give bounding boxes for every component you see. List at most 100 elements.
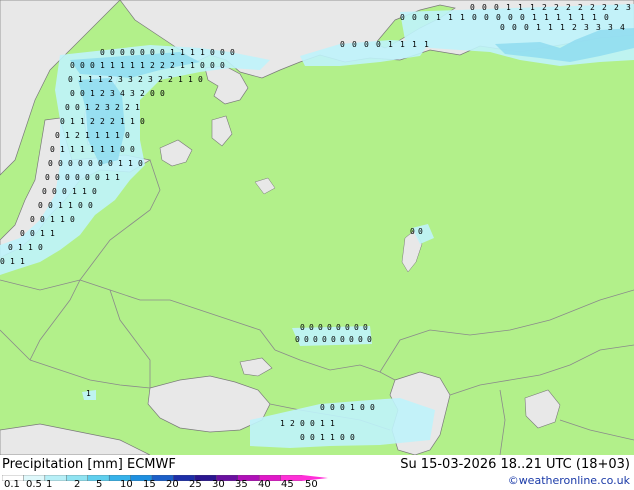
rain-digit: 1: [115, 131, 120, 140]
rain-digit: 0: [75, 103, 80, 112]
rain-digit: 1: [592, 13, 597, 22]
rain-digit: 1: [86, 389, 91, 398]
rain-digit: 0: [300, 323, 305, 332]
rain-digit: 2: [100, 117, 105, 126]
rain-digit: 1: [436, 13, 441, 22]
rain-digit: 0: [38, 201, 43, 210]
rain-digit: 0: [336, 323, 341, 332]
rain-digit: 2: [108, 75, 113, 84]
rain-digit: 1: [90, 145, 95, 154]
rain-digit: 1: [120, 61, 125, 70]
rain-digit: 3: [626, 3, 631, 12]
rain-digit: 1: [350, 403, 355, 412]
rain-digit: 1: [568, 13, 573, 22]
rain-digit: 1: [400, 40, 405, 49]
rain-digit: 0: [482, 3, 487, 12]
rain-digit: 0: [418, 227, 423, 236]
rain-digit: 3: [130, 89, 135, 98]
rain-digit: 0: [108, 159, 113, 168]
rain-digit: 0: [30, 229, 35, 238]
rain-digit: 1: [68, 201, 73, 210]
legend-tick-label: 0.1: [4, 479, 20, 490]
rain-digit: 0: [160, 48, 165, 57]
rain-digit: 1: [180, 61, 185, 70]
rain-digit: 0: [58, 159, 63, 168]
rain-digit: 0: [92, 187, 97, 196]
rain-digit: 0: [78, 201, 83, 210]
rain-digit: 1: [120, 117, 125, 126]
rain-digit: 0: [327, 323, 332, 332]
rain-digit: 0: [354, 323, 359, 332]
rain-digit: 0: [310, 433, 315, 442]
rain-digit: 0: [95, 173, 100, 182]
rain-digit: 0: [360, 403, 365, 412]
rain-digit: 0: [90, 61, 95, 70]
rain-digit: 1: [85, 131, 90, 140]
legend-tick-label: 0.5: [26, 479, 42, 490]
rain-digit: 1: [140, 61, 145, 70]
rain-digit: 0: [100, 48, 105, 57]
rain-digit: 0: [494, 3, 499, 12]
legend-tick-label: 2: [74, 479, 81, 490]
rain-digit: 0: [200, 61, 205, 70]
rain-digit: 0: [604, 13, 609, 22]
rain-digit: 3: [110, 89, 115, 98]
rain-digit: 0: [65, 103, 70, 112]
rain-digit: 2: [75, 131, 80, 140]
rain-digit: 0: [140, 117, 145, 126]
rain-digit: 0: [340, 335, 345, 344]
rain-digit: 1: [580, 13, 585, 22]
rain-digit: 1: [85, 103, 90, 112]
rain-digit: 2: [554, 3, 559, 12]
rain-digit: 0: [320, 403, 325, 412]
rain-digit: 1: [105, 131, 110, 140]
rain-digit: 2: [150, 61, 155, 70]
rain-digit: 1: [20, 257, 25, 266]
rain-digit: 1: [518, 3, 523, 12]
legend-tick-label: 15: [143, 479, 156, 490]
credit-link[interactable]: ©weatheronline.co.uk: [508, 474, 630, 487]
rain-digit: 1: [105, 173, 110, 182]
rain-digit: 1: [50, 215, 55, 224]
rain-digit: 0: [140, 48, 145, 57]
rain-digit: 0: [88, 159, 93, 168]
rain-digit: 0: [340, 403, 345, 412]
rain-digit: 1: [80, 145, 85, 154]
rain-digit: 2: [170, 61, 175, 70]
rain-digit: 0: [358, 335, 363, 344]
rain-digit: 2: [578, 3, 583, 12]
rain-digit: 0: [512, 23, 517, 32]
rain-digit: 0: [210, 48, 215, 57]
rain-digit: 0: [500, 23, 505, 32]
rain-digit: 1: [320, 433, 325, 442]
rain-digit: 2: [95, 103, 100, 112]
rain-digit: 1: [98, 75, 103, 84]
rain-digit: 1: [536, 23, 541, 32]
rain-digit: 1: [95, 131, 100, 140]
rain-digit: 1: [506, 3, 511, 12]
rain-digit: 2: [168, 75, 173, 84]
rain-digit: 2: [140, 89, 145, 98]
rain-digit: 2: [290, 419, 295, 428]
rain-digit: 0: [130, 145, 135, 154]
rain-digit: 0: [300, 433, 305, 442]
rain-digit: 0: [70, 215, 75, 224]
rain-digit: 0: [295, 335, 300, 344]
rain-digit: 1: [412, 40, 417, 49]
rain-digit: 1: [178, 75, 183, 84]
rain-digit: 0: [352, 40, 357, 49]
rain-digit: 0: [80, 89, 85, 98]
rain-digit: 4: [620, 23, 625, 32]
rain-digit: 0: [42, 187, 47, 196]
rain-digit: 0: [45, 173, 50, 182]
rain-digit: 2: [602, 3, 607, 12]
rain-digit: 0: [138, 159, 143, 168]
rain-digit: 0: [424, 13, 429, 22]
rain-digit: 2: [125, 103, 130, 112]
rain-digit: 1: [190, 48, 195, 57]
rain-digit: 1: [330, 433, 335, 442]
rain-digit: 0: [300, 419, 305, 428]
legend-tick-label: 5: [96, 479, 103, 490]
legend-tick-label: 10: [120, 479, 133, 490]
rain-digit: 1: [18, 243, 23, 252]
